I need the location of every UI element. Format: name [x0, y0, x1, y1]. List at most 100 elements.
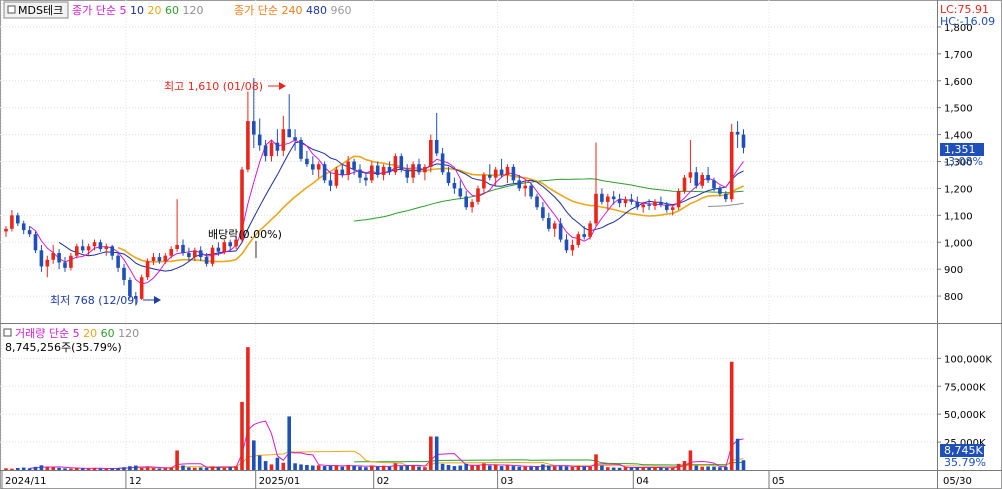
chart-frame — [0, 0, 1002, 489]
volume-bar — [688, 450, 693, 470]
stock-name[interactable]: MDS테크 — [18, 4, 63, 17]
volume-bar — [33, 466, 38, 470]
volume-ma-legend: 거래량 단순 5 20 60 120 — [15, 327, 139, 340]
candle-body — [635, 201, 640, 208]
volume-bar — [617, 467, 622, 470]
volume-bar — [647, 467, 651, 470]
candle-body — [228, 242, 232, 247]
candle-body — [629, 199, 634, 202]
volume-value: 8,745,256주(35.79%) — [5, 341, 122, 354]
candle-body — [122, 267, 126, 280]
volume-bar — [228, 467, 232, 470]
volume-bar — [670, 467, 675, 470]
candle-body — [69, 255, 73, 268]
legend-period: 20 — [147, 4, 165, 17]
volume-bar — [269, 464, 274, 470]
volume-bar — [712, 466, 716, 470]
volume-bar — [104, 468, 109, 470]
candle-body — [570, 244, 575, 251]
volume-bar — [529, 466, 533, 470]
candle-body — [27, 230, 32, 235]
candle-body — [523, 185, 527, 189]
candle-body — [10, 215, 14, 229]
candle-body — [352, 161, 356, 170]
volume-bar — [281, 462, 286, 470]
candle-body — [452, 183, 457, 189]
candle-body — [564, 239, 569, 251]
volume-legend: 거래량 단순 5 20 60 120 8,745,256주(35.79%) — [3, 327, 139, 354]
candle-body — [269, 142, 274, 157]
candle-body — [700, 174, 704, 186]
candle-body — [322, 164, 327, 181]
volume-bar — [511, 466, 516, 470]
volume-bar — [352, 465, 356, 470]
volume-bar — [381, 465, 386, 470]
candle-body — [594, 193, 598, 224]
candle-body — [311, 164, 315, 170]
candle-body — [724, 193, 728, 200]
volume-bar — [629, 467, 634, 470]
legend-label: 거래량 단순 — [15, 327, 73, 340]
candle-body — [606, 196, 610, 202]
volume-bar — [134, 465, 138, 470]
x-tick-label: 02 — [377, 476, 390, 487]
candle-body — [346, 161, 350, 175]
volume-bar — [322, 466, 327, 470]
volume-bar — [334, 465, 339, 470]
legend-period: 240 — [281, 4, 306, 17]
candle-body — [193, 250, 197, 258]
volume-bar — [181, 465, 185, 470]
candle-body — [381, 166, 386, 175]
legend-period: 5 — [119, 4, 130, 17]
volume-bar — [10, 468, 14, 470]
candle-body — [246, 121, 250, 170]
volume-bar — [128, 466, 132, 470]
candle-body — [718, 188, 722, 194]
volume-bar — [4, 468, 8, 470]
dividend-label: 배당락(0.00%) — [208, 228, 282, 241]
volume-bar — [493, 464, 498, 470]
volume-bar — [328, 465, 333, 470]
stock-chart[interactable]: 8009001,0001,1001,2001,3001,4001,5001,60… — [0, 0, 1002, 489]
volume-bar — [700, 466, 704, 470]
volume-bar — [706, 466, 710, 470]
candle-body — [529, 185, 533, 197]
candle-body — [694, 172, 699, 186]
candle-body — [470, 201, 474, 208]
volume-bar — [659, 467, 663, 470]
volume-bar — [682, 461, 687, 470]
volume-bar — [470, 465, 474, 470]
volume-bar — [434, 436, 439, 470]
candle-body — [364, 177, 368, 181]
volume-bar — [505, 465, 510, 470]
volume-dropdown-icon[interactable] — [3, 328, 12, 337]
candle-body — [729, 131, 734, 200]
candle-body — [665, 204, 669, 210]
candle-body — [51, 253, 55, 260]
x-tick-label: 12 — [129, 476, 142, 487]
volume-bar — [75, 467, 79, 470]
x-tick-label: 2024/11 — [5, 476, 47, 487]
candle-body — [517, 180, 522, 189]
volume-bar — [482, 463, 486, 470]
legend-label: 종가 단순 — [234, 4, 281, 17]
volume-bar — [80, 468, 85, 470]
volume-tick-label: 100,000K — [944, 354, 992, 365]
candle-body — [676, 191, 681, 208]
candle-body — [476, 188, 480, 202]
volume-bar — [552, 466, 557, 470]
current-change: -3.08% — [944, 155, 983, 168]
price-tick-label: 1,500 — [944, 104, 973, 115]
volume-bar — [151, 468, 156, 470]
legend-period: 5 — [73, 327, 84, 340]
candle-body — [423, 166, 427, 173]
candle-body — [33, 234, 38, 251]
candle-body — [558, 223, 563, 240]
dropdown-icon[interactable] — [7, 5, 16, 14]
volume-bar — [547, 465, 551, 470]
volume-bar — [458, 465, 463, 470]
volume-bar — [611, 467, 616, 470]
candle-body — [582, 234, 586, 237]
candle-body — [281, 129, 286, 151]
candle-body — [493, 169, 498, 178]
